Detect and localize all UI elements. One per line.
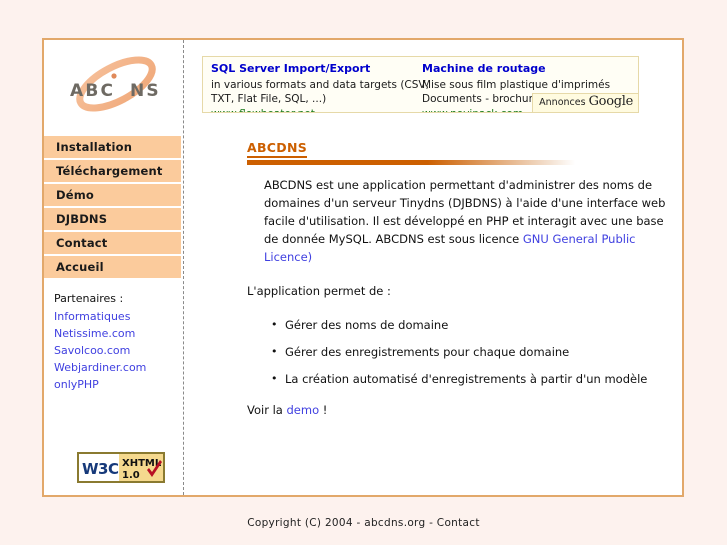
content-column: SQL Server Import/Export in various form…	[197, 40, 682, 495]
svg-text:W3C: W3C	[82, 460, 119, 478]
valid-xhtml-badge[interactable]: W3C XHTML 1.0	[77, 452, 165, 483]
intro-paragraph: ABCDNS est une application permettant d'…	[247, 176, 670, 266]
partners-title: Partenaires :	[54, 292, 124, 305]
page-root: ABC NS Installation Téléchargement Démo …	[0, 0, 727, 545]
page-title[interactable]: ABCDNS	[247, 140, 308, 158]
list-item: La création automatisé d'enregistrements…	[271, 370, 670, 388]
svg-text:NS: NS	[130, 81, 161, 101]
ad-description-line: in various formats and data targets (CSV…	[211, 78, 429, 91]
demo-paragraph: Voir la demo !	[247, 401, 670, 419]
ad-title-link[interactable]: Machine de routage	[422, 62, 627, 77]
title-underline-rule	[247, 160, 575, 165]
column-divider	[183, 40, 184, 495]
feature-list: Gérer des noms de domaine Gérer des enre…	[247, 316, 670, 388]
site-logo[interactable]: ABC NS	[44, 40, 181, 136]
partner-link-netissime[interactable]: Netissime.com	[54, 325, 181, 342]
abcdns-logo-icon: ABC NS	[70, 56, 161, 112]
main-navigation: Installation Téléchargement Démo DJBDNS …	[44, 136, 181, 280]
partner-link-onlyphp[interactable]: onlyPHP	[54, 376, 181, 393]
ad-title-link[interactable]: SQL Server Import/Export	[211, 62, 416, 77]
demo-text-before: Voir la	[247, 403, 287, 417]
svg-text:1.0: 1.0	[122, 470, 140, 481]
nav-item-installation[interactable]: Installation	[44, 136, 181, 158]
ad-description-line: Mise sous film plastique d'imprimés	[422, 78, 611, 91]
nav-item-djbdns[interactable]: DJBDNS	[44, 208, 181, 230]
ad-item: SQL Server Import/Export in various form…	[211, 62, 429, 113]
partners-section: Partenaires : Informatiques Netissime.co…	[54, 290, 181, 393]
w3c-xhtml-icon: W3C XHTML 1.0	[77, 452, 165, 483]
nav-item-accueil[interactable]: Accueil	[44, 256, 181, 278]
svg-text:ABC: ABC	[70, 81, 115, 101]
list-item: Gérer des noms de domaine	[271, 316, 670, 334]
demo-text-after: !	[319, 403, 328, 417]
ads-badge-brand: Google	[588, 94, 634, 109]
google-ads-block: SQL Server Import/Export in various form…	[202, 56, 639, 113]
partner-link-informatiques[interactable]: Informatiques	[54, 308, 181, 325]
ad-url: www.flowheater.net	[211, 107, 416, 113]
list-item: Gérer des enregistrements pour chaque do…	[271, 343, 670, 361]
article-body: ABCDNS est une application permettant d'…	[247, 176, 670, 435]
partner-link-webjardiner[interactable]: Webjardiner.com	[54, 359, 181, 376]
sidebar: ABC NS Installation Téléchargement Démo …	[44, 40, 181, 495]
nav-item-telechargement[interactable]: Téléchargement	[44, 160, 181, 182]
main-frame: ABC NS Installation Téléchargement Démo …	[42, 38, 684, 497]
google-ads-badge[interactable]: Annonces Google	[532, 93, 638, 112]
list-intro: L'application permet de :	[247, 284, 391, 298]
ads-badge-prefix: Annonces	[539, 97, 589, 108]
page-footer: Copyright (C) 2004 - abcdns.org - Contac…	[247, 517, 480, 529]
demo-link[interactable]: demo	[287, 403, 320, 417]
ad-description-line: TXT, Flat File, SQL, ...)	[211, 93, 327, 105]
partner-link-savolcoo[interactable]: Savolcoo.com	[54, 342, 181, 359]
nav-item-contact[interactable]: Contact	[44, 232, 181, 254]
nav-item-demo[interactable]: Démo	[44, 184, 181, 206]
